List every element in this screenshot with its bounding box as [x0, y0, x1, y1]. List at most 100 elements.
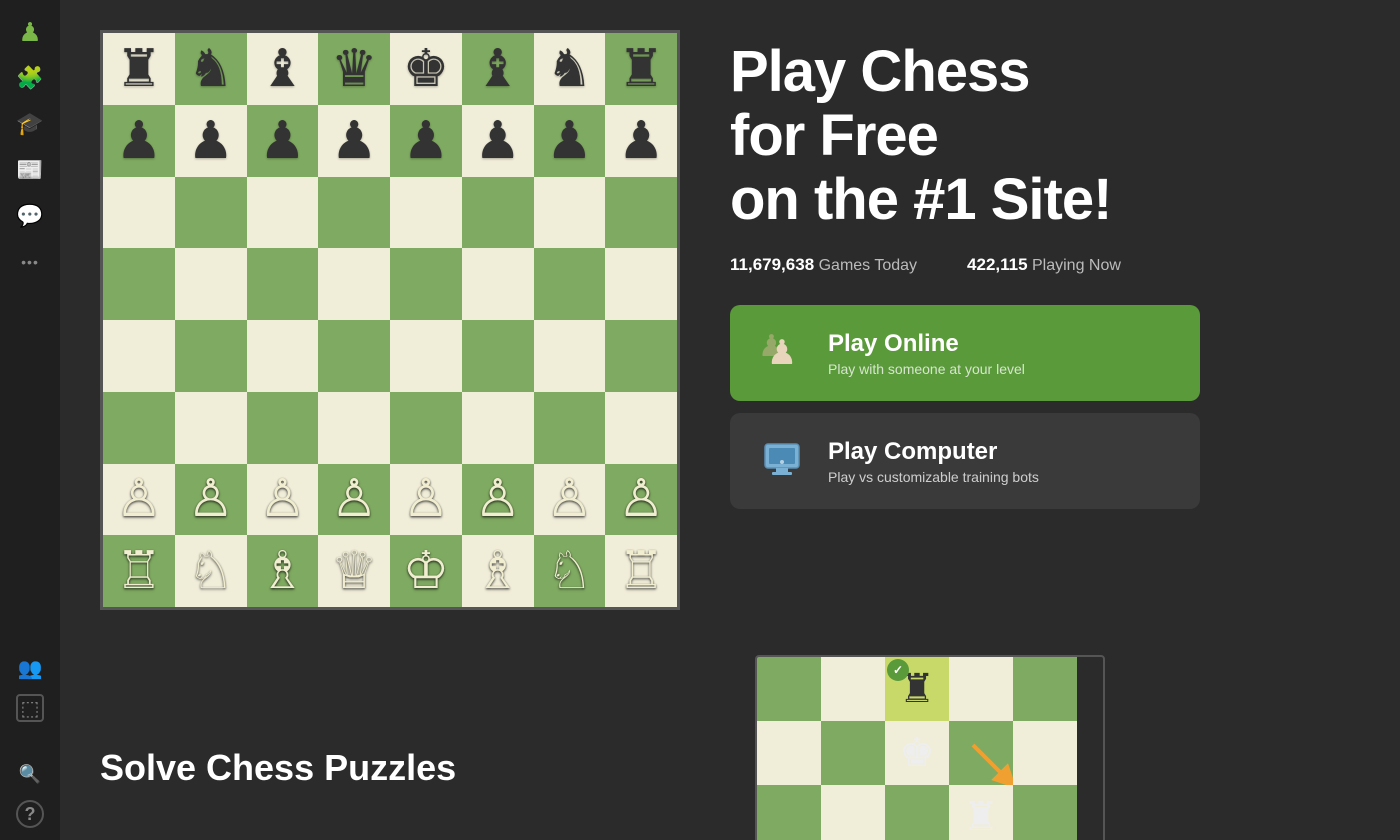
games-today-stat: 11,679,638 Games Today [730, 255, 917, 275]
pc-2-1 [821, 785, 885, 840]
chess-cell-3-6 [534, 248, 606, 320]
stats-row: 11,679,638 Games Today 422,115 Playing N… [730, 255, 1360, 275]
chess-cell-2-7 [605, 177, 677, 249]
chess-cell-4-5 [462, 320, 534, 392]
play-computer-button[interactable]: Play Computer Play vs customizable train… [730, 413, 1200, 509]
play-online-title: Play Online [828, 330, 1025, 359]
chess-cell-1-1: ♟ [175, 105, 247, 177]
players-label: Playing Now [1032, 257, 1121, 274]
chess-cell-3-0 [103, 248, 175, 320]
chess-cell-6-7: ♙ [605, 464, 677, 536]
sidebar-icon-news[interactable]: 📰 [10, 150, 50, 190]
chess-cell-4-6 [534, 320, 606, 392]
chess-cell-2-3 [318, 177, 390, 249]
chess-cell-4-3 [318, 320, 390, 392]
games-label: Games Today [819, 257, 917, 274]
sidebar-icon-login[interactable]: ⬚ [16, 694, 44, 722]
chess-cell-7-7: ♖ [605, 535, 677, 607]
chess-cell-5-2 [247, 392, 319, 464]
chess-cell-1-4: ♟ [390, 105, 462, 177]
chess-cell-0-3: ♛ [318, 33, 390, 105]
play-online-button[interactable]: ♟ ♟ Play Online Play with someone at you… [730, 305, 1200, 401]
chess-board: ♜♞♝♛♚♝♞♜♟♟♟♟♟♟♟♟♙♙♙♙♙♙♙♙♖♘♗♕♔♗♘♖ [100, 30, 680, 610]
chess-cell-2-0 [103, 177, 175, 249]
chess-cell-2-4 [390, 177, 462, 249]
pc-0-3 [949, 657, 1013, 721]
chess-cell-7-0: ♖ [103, 535, 175, 607]
players-count: 422,115 [967, 255, 1028, 274]
chess-cell-0-4: ♚ [390, 33, 462, 105]
pc-1-2: ♚ [885, 721, 949, 785]
sidebar-icon-help[interactable]: ? [16, 800, 44, 828]
bottom-section: Solve Chess Puzzles ♜ ✓ [60, 640, 1400, 840]
chess-cell-4-0 [103, 320, 175, 392]
chess-cell-1-3: ♟ [318, 105, 390, 177]
chess-cell-4-4 [390, 320, 462, 392]
chess-cell-5-1 [175, 392, 247, 464]
sidebar-icon-friends[interactable]: 👥 [10, 648, 50, 688]
pc-2-3: ♜ [949, 785, 1013, 840]
chess-cell-6-3: ♙ [318, 464, 390, 536]
sidebar-icon-chat[interactable]: 💬 [10, 196, 50, 236]
games-count: 11,679,638 [730, 255, 814, 274]
sidebar-icon-pawn[interactable]: ♟ [10, 12, 50, 52]
chess-cell-7-5: ♗ [462, 535, 534, 607]
main-content: ♜♞♝♛♚♝♞♜♟♟♟♟♟♟♟♟♙♙♙♙♙♙♙♙♖♘♗♕♔♗♘♖ Play Ch… [60, 0, 1400, 840]
chess-cell-7-3: ♕ [318, 535, 390, 607]
chess-cell-0-5: ♝ [462, 33, 534, 105]
sidebar: ♟ 🧩 🎓 📰 💬 ••• 👥 ⬚ 🔍 ? [0, 0, 60, 840]
chess-cell-1-6: ♟ [534, 105, 606, 177]
pc-1-1 [821, 721, 885, 785]
chess-cell-0-7: ♜ [605, 33, 677, 105]
chess-cell-7-6: ♘ [534, 535, 606, 607]
chess-cell-6-4: ♙ [390, 464, 462, 536]
chess-cell-6-6: ♙ [534, 464, 606, 536]
chess-cell-3-1 [175, 248, 247, 320]
pc-0-4 [1013, 657, 1077, 721]
play-online-text: Play Online Play with someone at your le… [828, 330, 1025, 377]
play-computer-title: Play Computer [828, 438, 1039, 467]
chess-cell-5-4 [390, 392, 462, 464]
chess-cell-3-2 [247, 248, 319, 320]
puzzle-preview-section: ♜ ✓ ♚ [755, 640, 1360, 840]
pc-0-1 [821, 657, 885, 721]
play-computer-icon [754, 433, 810, 489]
chess-board-container: ♜♞♝♛♚♝♞♜♟♟♟♟♟♟♟♟♙♙♙♙♙♙♙♙♖♘♗♕♔♗♘♖ [100, 30, 680, 610]
pc-2-0 [757, 785, 821, 840]
check-badge: ✓ [887, 659, 909, 681]
pc-2-2 [885, 785, 949, 840]
chess-cell-6-0: ♙ [103, 464, 175, 536]
sidebar-icon-learn[interactable]: 🎓 [10, 104, 50, 144]
chess-cell-1-0: ♟ [103, 105, 175, 177]
chess-cell-4-7 [605, 320, 677, 392]
chess-cell-3-3 [318, 248, 390, 320]
players-now-stat: 422,115 Playing Now [967, 255, 1121, 275]
chess-cell-5-5 [462, 392, 534, 464]
chess-cell-6-2: ♙ [247, 464, 319, 536]
chess-cell-1-2: ♟ [247, 105, 319, 177]
chess-cell-2-6 [534, 177, 606, 249]
chess-cell-1-7: ♟ [605, 105, 677, 177]
chess-cell-3-7 [605, 248, 677, 320]
chess-cell-0-6: ♞ [534, 33, 606, 105]
chess-cell-7-2: ♗ [247, 535, 319, 607]
right-panel: Play Chessfor Freeon the #1 Site! 11,679… [730, 30, 1360, 509]
chess-cell-5-7 [605, 392, 677, 464]
sidebar-icon-search[interactable]: 🔍 [10, 754, 50, 794]
chess-cell-2-1 [175, 177, 247, 249]
sidebar-icon-puzzle[interactable]: 🧩 [10, 58, 50, 98]
pc-2-4 [1013, 785, 1077, 840]
pc-1-4 [1013, 721, 1077, 785]
play-computer-subtitle: Play vs customizable training bots [828, 469, 1039, 485]
puzzle-board-preview: ♜ ✓ ♚ [755, 655, 1105, 840]
chess-cell-5-3 [318, 392, 390, 464]
chess-cell-3-5 [462, 248, 534, 320]
top-section: ♜♞♝♛♚♝♞♜♟♟♟♟♟♟♟♟♙♙♙♙♙♙♙♙♖♘♗♕♔♗♘♖ Play Ch… [60, 0, 1400, 630]
play-computer-text: Play Computer Play vs customizable train… [828, 438, 1039, 485]
sidebar-icon-more[interactable]: ••• [10, 242, 50, 282]
pc-0-2: ♜ ✓ [885, 657, 949, 721]
chess-cell-1-5: ♟ [462, 105, 534, 177]
puzzles-title: Solve Chess Puzzles [100, 747, 705, 789]
chess-cell-7-1: ♘ [175, 535, 247, 607]
chess-cell-4-2 [247, 320, 319, 392]
